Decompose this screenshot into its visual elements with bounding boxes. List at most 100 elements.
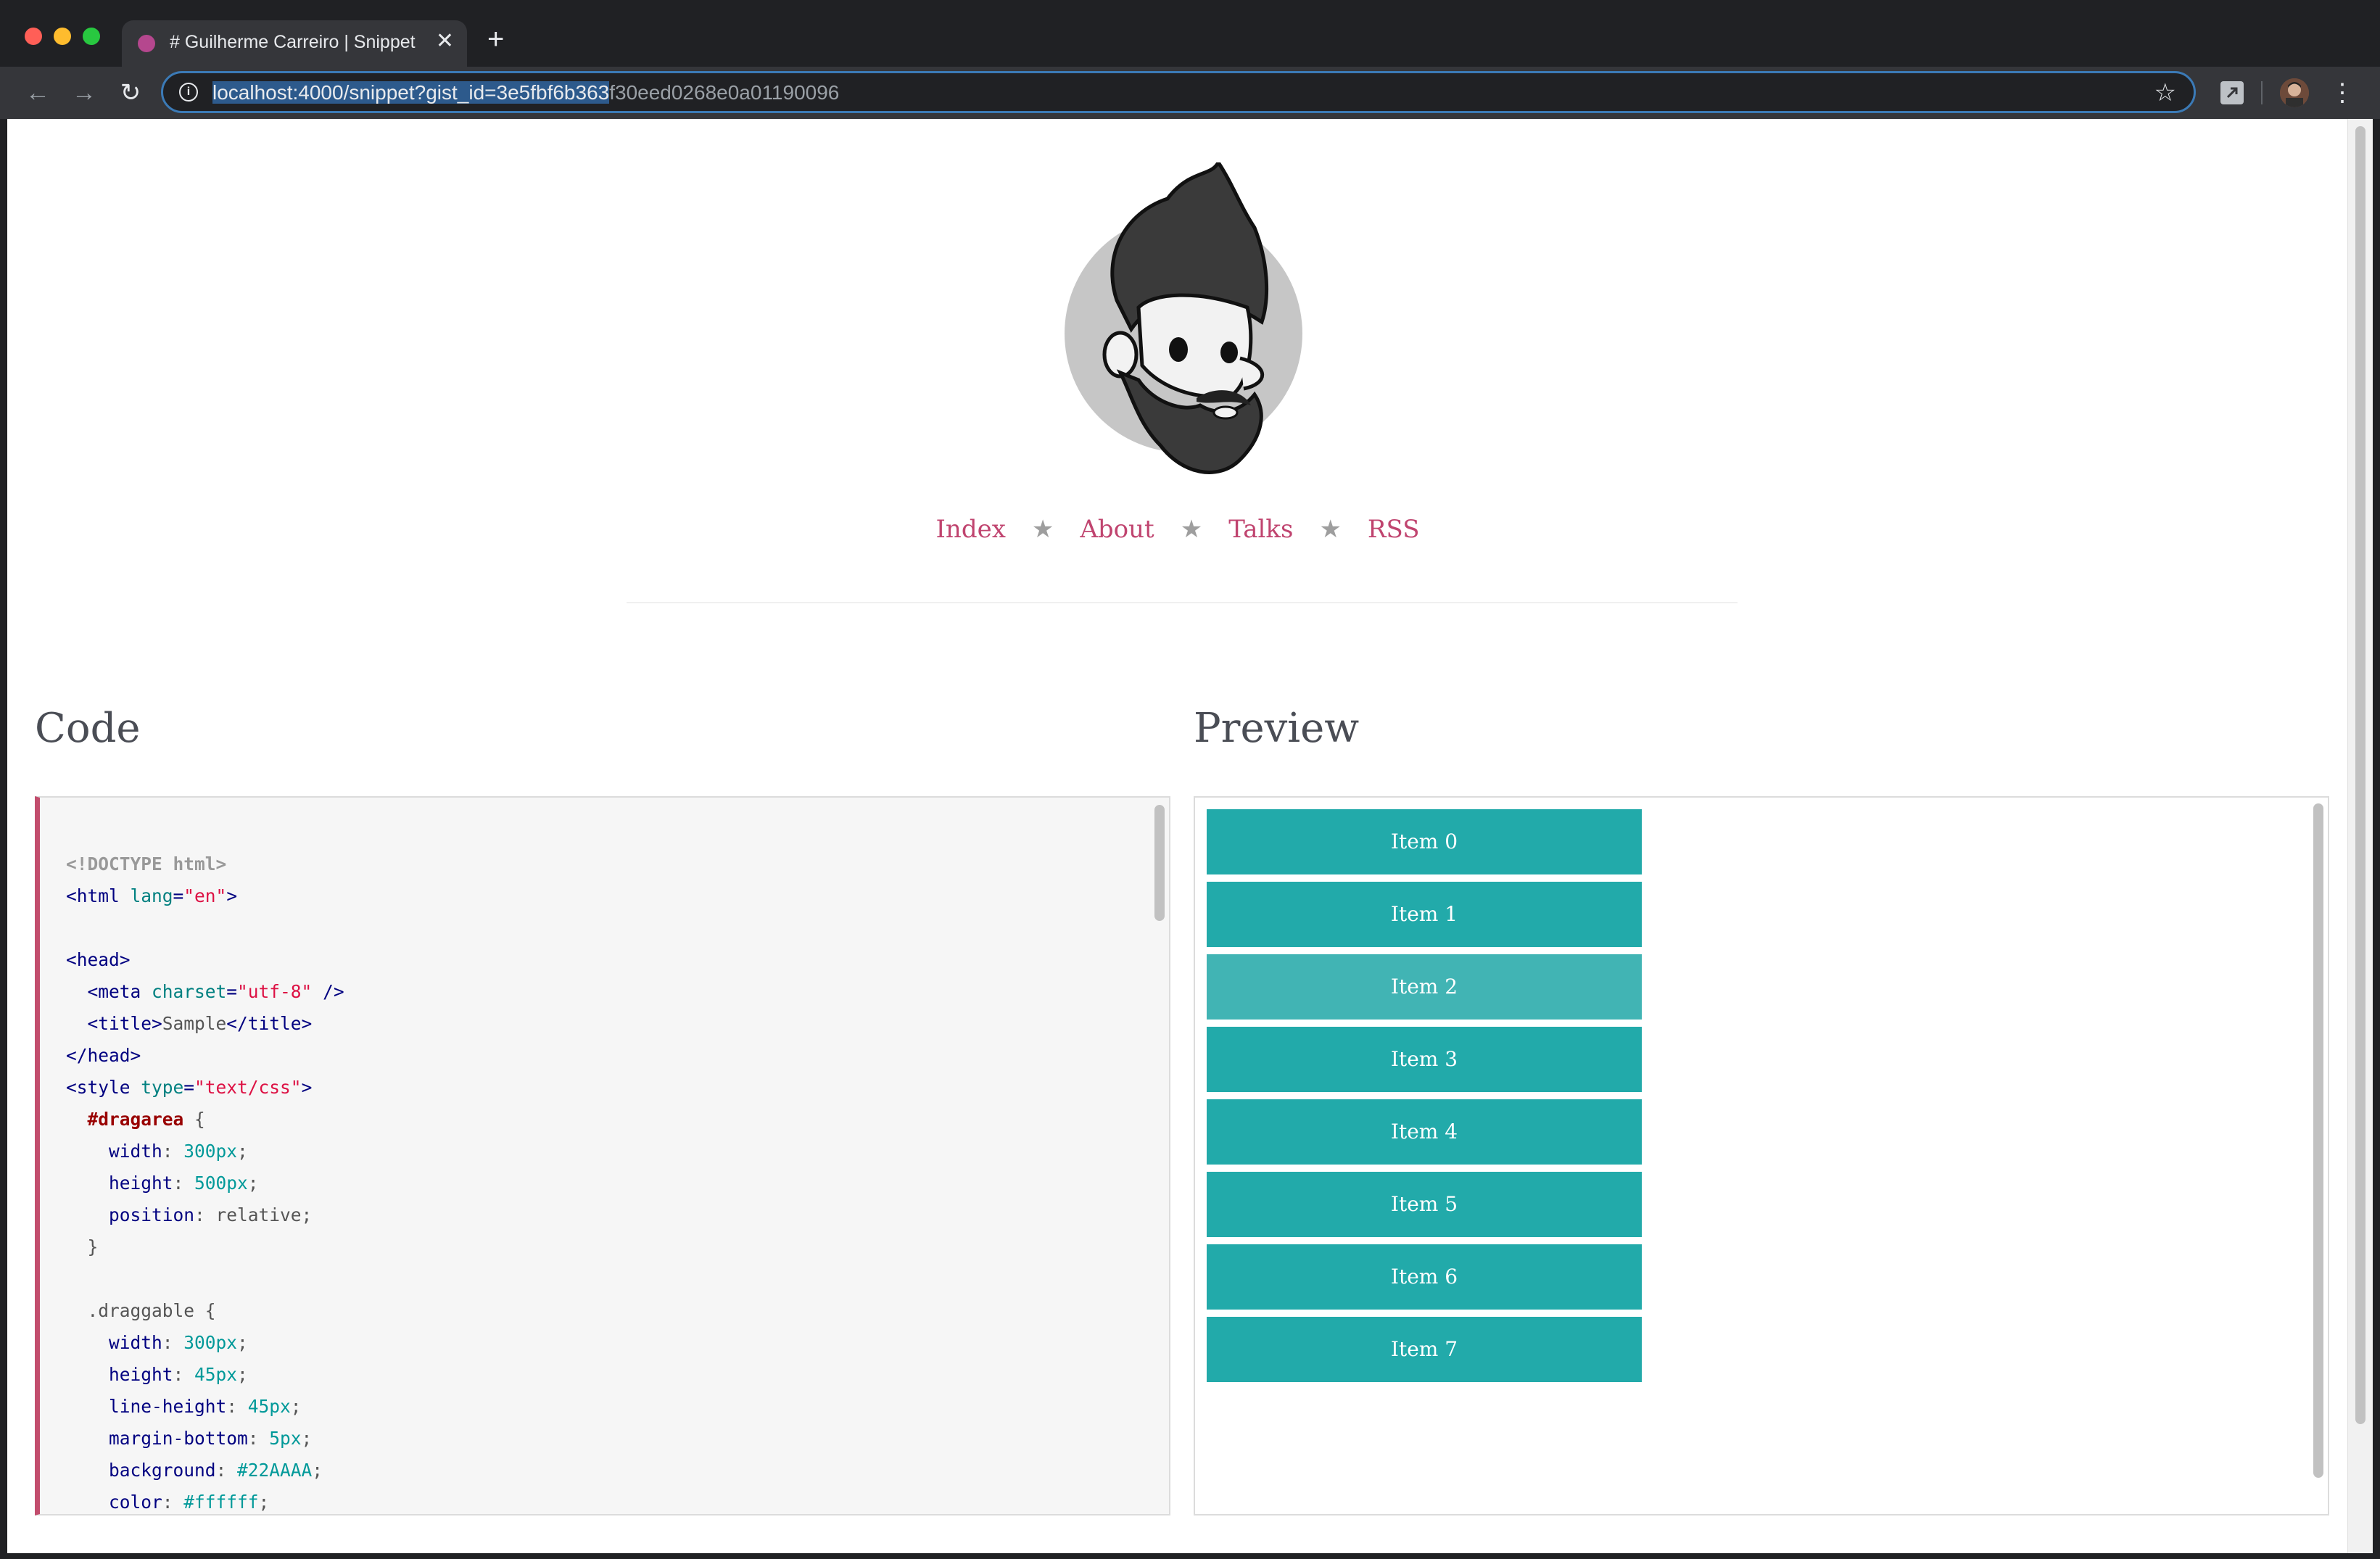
preview-section-title: Preview: [1194, 705, 1360, 752]
code-line: <head>: [66, 944, 344, 976]
url-rest-text: f30eed0268e0a01190096: [609, 81, 840, 104]
code-token: Sample: [162, 1013, 227, 1034]
url-text[interactable]: localhost:4000/snippet?gist_id=3e5fbf6b3…: [212, 81, 840, 104]
code-token: lang: [130, 885, 173, 906]
code-token: >: [301, 1077, 313, 1098]
code-token: height: [66, 1173, 173, 1194]
browser-toolbar: ← → ↻ i localhost:4000/snippet?gist_id=3…: [0, 67, 2380, 119]
code-token: />: [312, 981, 344, 1002]
code-line: position: relative;: [66, 1199, 344, 1231]
code-token: </head>: [66, 1045, 141, 1066]
code-scrollbar[interactable]: [1154, 805, 1165, 921]
code-line: <style type="text/css">: [66, 1072, 344, 1104]
page-scrollbar[interactable]: [2347, 119, 2373, 1553]
draggable-item[interactable]: Item 2: [1207, 954, 1642, 1020]
nav-link-about[interactable]: About: [1080, 515, 1154, 544]
nav-link-index[interactable]: Index: [935, 515, 1005, 544]
code-token: "text/css": [194, 1077, 302, 1098]
code-token: :: [162, 1492, 184, 1513]
code-token: 300px: [183, 1332, 238, 1353]
nav-star-icon: ★: [1180, 515, 1203, 544]
code-token: :: [173, 1173, 195, 1194]
code-line: line-height: 45px;: [66, 1391, 344, 1423]
site-avatar: [1051, 159, 1313, 496]
profile-avatar[interactable]: [2280, 78, 2309, 107]
nav-link-talks[interactable]: Talks: [1228, 515, 1293, 544]
new-tab-button[interactable]: +: [487, 25, 504, 54]
code-token: #dragarea: [87, 1109, 184, 1130]
code-token: width: [66, 1141, 162, 1162]
code-token: 45px: [247, 1396, 291, 1417]
minimize-window-button[interactable]: [54, 28, 71, 45]
code-token: color: [66, 1492, 162, 1513]
code-token: ;: [237, 1364, 248, 1385]
nav-star-icon: ★: [1319, 515, 1342, 544]
preview-panel[interactable]: Item 0 Item 1 Item 2 Item 3 Item 4 Item 5 Item…: [1194, 796, 2329, 1515]
draggable-item[interactable]: Item 0: [1207, 809, 1642, 874]
code-line: #dragarea {: [66, 1104, 344, 1136]
draggable-item[interactable]: Item 3: [1207, 1027, 1642, 1092]
tab-close-icon[interactable]: ✕: [436, 30, 454, 52]
code-line: </head>: [66, 1040, 344, 1072]
code-token: </title>: [226, 1013, 313, 1034]
code-token: type: [141, 1077, 184, 1098]
code-token: "utf-8": [237, 981, 313, 1002]
draggable-item[interactable]: Item 7: [1207, 1317, 1642, 1382]
draggable-item[interactable]: Item 6: [1207, 1244, 1642, 1310]
toolbar-divider: [2261, 81, 2263, 104]
code-token: height: [66, 1364, 173, 1385]
extension-icon[interactable]: [2220, 81, 2244, 104]
preview-scrollbar[interactable]: [2313, 803, 2323, 1478]
code-token: <meta: [66, 981, 152, 1002]
code-panel[interactable]: <!DOCTYPE html> <html lang="en"> <head> <m…: [35, 796, 1170, 1515]
code-token: charset: [152, 981, 227, 1002]
code-token: <head>: [66, 949, 131, 970]
browser-tab[interactable]: # Guilherme Carreiro | Snippet ✕: [122, 20, 467, 67]
code-line: background: #22AAAA;: [66, 1455, 344, 1486]
tab-title: # Guilherme Carreiro | Snippet: [170, 32, 416, 52]
code-token: >: [226, 885, 238, 906]
draggable-item[interactable]: Item 1: [1207, 882, 1642, 947]
code-token: ;: [247, 1173, 259, 1194]
site-nav: Index ★ About ★ Talks ★ RSS: [7, 515, 2348, 544]
code-token: : relative;: [194, 1204, 313, 1225]
nav-link-rss[interactable]: RSS: [1368, 515, 1420, 544]
code-token: <!DOCTYPE html>: [66, 853, 227, 874]
forward-arrow-icon[interactable]: →: [68, 77, 100, 109]
code-token: 5px: [269, 1428, 302, 1449]
code-token: {: [183, 1109, 205, 1130]
code-token: ;: [301, 1428, 313, 1449]
code-line: }: [66, 1231, 344, 1263]
draggable-item[interactable]: Item 5: [1207, 1172, 1642, 1237]
close-window-button[interactable]: [25, 28, 42, 45]
code-line: width: 300px;: [66, 1136, 344, 1167]
code-token: }: [66, 1236, 99, 1257]
page-scrollbar-thumb[interactable]: [2355, 126, 2365, 1424]
code-token: margin-bottom: [66, 1428, 248, 1449]
reload-icon[interactable]: ↻: [115, 77, 146, 109]
code-line: width: 300px;: [66, 1327, 344, 1359]
header-divider: [627, 602, 1738, 603]
maximize-window-button[interactable]: [83, 28, 100, 45]
bearded-man-illustration-icon: [1065, 159, 1302, 474]
extension-glyph-icon: [2223, 83, 2241, 102]
page-viewport: Index ★ About ★ Talks ★ RSS Code Preview <!DOC…: [7, 119, 2373, 1553]
code-token: .draggable {: [66, 1300, 216, 1321]
address-bar[interactable]: i localhost:4000/snippet?gist_id=3e5fbf6…: [161, 71, 2196, 113]
favicon-icon: [138, 35, 155, 52]
info-icon[interactable]: i: [179, 83, 198, 102]
draggable-item[interactable]: Item 4: [1207, 1099, 1642, 1165]
browser-menu-icon[interactable]: ⋮: [2329, 77, 2355, 109]
code-token: ;: [290, 1396, 302, 1417]
url-selected-text: localhost:4000/snippet?gist_id=3e5fbf6b3…: [212, 81, 610, 104]
code-line: color: #ffffff;: [66, 1486, 344, 1514]
code-token: position: [66, 1204, 195, 1225]
back-arrow-icon[interactable]: ←: [22, 77, 54, 109]
code-token: #22AAAA: [237, 1460, 313, 1481]
code-line: <title>Sample</title>: [66, 1008, 344, 1040]
bookmark-star-icon[interactable]: ☆: [2154, 79, 2176, 107]
nav-star-icon: ★: [1031, 515, 1054, 544]
code-token: ;: [312, 1460, 323, 1481]
